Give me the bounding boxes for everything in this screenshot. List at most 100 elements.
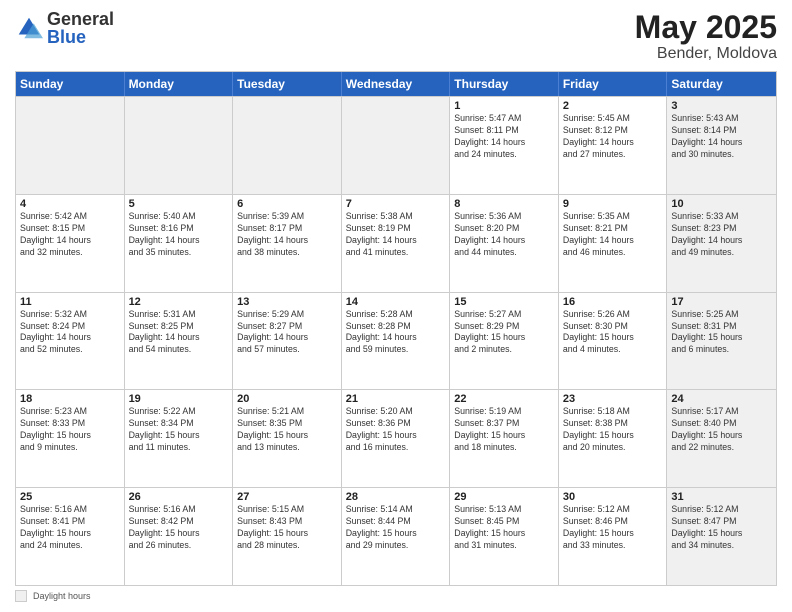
header-day-sunday: Sunday [16,72,125,96]
day-number: 27 [237,491,337,503]
cell-info: Sunrise: 5:18 AM Sunset: 8:38 PM Dayligh… [563,406,663,454]
day-number: 24 [671,393,772,405]
cal-cell [342,97,451,194]
logo-general: General [47,10,114,28]
cell-info: Sunrise: 5:33 AM Sunset: 8:23 PM Dayligh… [671,211,772,259]
cell-info: Sunrise: 5:28 AM Sunset: 8:28 PM Dayligh… [346,309,446,357]
day-number: 1 [454,100,554,112]
header-day-saturday: Saturday [667,72,776,96]
logo: General Blue [15,10,114,46]
day-number: 28 [346,491,446,503]
cal-cell: 31Sunrise: 5:12 AM Sunset: 8:47 PM Dayli… [667,488,776,585]
day-number: 29 [454,491,554,503]
cal-cell: 27Sunrise: 5:15 AM Sunset: 8:43 PM Dayli… [233,488,342,585]
cell-info: Sunrise: 5:14 AM Sunset: 8:44 PM Dayligh… [346,504,446,552]
day-number: 31 [671,491,772,503]
logo-icon [15,14,43,42]
day-number: 21 [346,393,446,405]
day-number: 10 [671,198,772,210]
day-number: 19 [129,393,229,405]
footer-label: Daylight hours [33,591,91,601]
cal-row-2: 11Sunrise: 5:32 AM Sunset: 8:24 PM Dayli… [16,292,776,390]
cell-info: Sunrise: 5:40 AM Sunset: 8:16 PM Dayligh… [129,211,229,259]
day-number: 8 [454,198,554,210]
cal-cell: 15Sunrise: 5:27 AM Sunset: 8:29 PM Dayli… [450,293,559,390]
cell-info: Sunrise: 5:29 AM Sunset: 8:27 PM Dayligh… [237,309,337,357]
day-number: 12 [129,296,229,308]
header-day-friday: Friday [559,72,668,96]
day-number: 20 [237,393,337,405]
footer-note: Daylight hours [15,590,777,602]
cell-info: Sunrise: 5:17 AM Sunset: 8:40 PM Dayligh… [671,406,772,454]
cal-cell: 6Sunrise: 5:39 AM Sunset: 8:17 PM Daylig… [233,195,342,292]
cal-cell: 28Sunrise: 5:14 AM Sunset: 8:44 PM Dayli… [342,488,451,585]
calendar: SundayMondayTuesdayWednesdayThursdayFrid… [15,71,777,586]
cal-cell: 3Sunrise: 5:43 AM Sunset: 8:14 PM Daylig… [667,97,776,194]
footer-box [15,590,27,602]
logo-blue: Blue [47,28,114,46]
cal-cell: 9Sunrise: 5:35 AM Sunset: 8:21 PM Daylig… [559,195,668,292]
day-number: 30 [563,491,663,503]
cell-info: Sunrise: 5:16 AM Sunset: 8:42 PM Dayligh… [129,504,229,552]
header-day-wednesday: Wednesday [342,72,451,96]
calendar-body: 1Sunrise: 5:47 AM Sunset: 8:11 PM Daylig… [16,96,776,585]
cell-info: Sunrise: 5:15 AM Sunset: 8:43 PM Dayligh… [237,504,337,552]
cal-cell: 13Sunrise: 5:29 AM Sunset: 8:27 PM Dayli… [233,293,342,390]
cal-cell: 11Sunrise: 5:32 AM Sunset: 8:24 PM Dayli… [16,293,125,390]
day-number: 17 [671,296,772,308]
cal-cell: 2Sunrise: 5:45 AM Sunset: 8:12 PM Daylig… [559,97,668,194]
page: General Blue May 2025 Bender, Moldova Su… [0,0,792,612]
cell-info: Sunrise: 5:47 AM Sunset: 8:11 PM Dayligh… [454,113,554,161]
cal-cell: 16Sunrise: 5:26 AM Sunset: 8:30 PM Dayli… [559,293,668,390]
day-number: 13 [237,296,337,308]
cal-cell: 30Sunrise: 5:12 AM Sunset: 8:46 PM Dayli… [559,488,668,585]
day-number: 4 [20,198,120,210]
cal-row-3: 18Sunrise: 5:23 AM Sunset: 8:33 PM Dayli… [16,389,776,487]
cal-cell: 24Sunrise: 5:17 AM Sunset: 8:40 PM Dayli… [667,390,776,487]
cal-cell: 18Sunrise: 5:23 AM Sunset: 8:33 PM Dayli… [16,390,125,487]
cal-cell: 19Sunrise: 5:22 AM Sunset: 8:34 PM Dayli… [125,390,234,487]
cal-row-0: 1Sunrise: 5:47 AM Sunset: 8:11 PM Daylig… [16,96,776,194]
cell-info: Sunrise: 5:25 AM Sunset: 8:31 PM Dayligh… [671,309,772,357]
cell-info: Sunrise: 5:42 AM Sunset: 8:15 PM Dayligh… [20,211,120,259]
location: Bender, Moldova [635,45,777,63]
cal-cell: 7Sunrise: 5:38 AM Sunset: 8:19 PM Daylig… [342,195,451,292]
cell-info: Sunrise: 5:27 AM Sunset: 8:29 PM Dayligh… [454,309,554,357]
header-day-tuesday: Tuesday [233,72,342,96]
day-number: 7 [346,198,446,210]
day-number: 5 [129,198,229,210]
day-number: 2 [563,100,663,112]
day-number: 15 [454,296,554,308]
cell-info: Sunrise: 5:31 AM Sunset: 8:25 PM Dayligh… [129,309,229,357]
cal-cell: 21Sunrise: 5:20 AM Sunset: 8:36 PM Dayli… [342,390,451,487]
cal-cell: 8Sunrise: 5:36 AM Sunset: 8:20 PM Daylig… [450,195,559,292]
cal-row-1: 4Sunrise: 5:42 AM Sunset: 8:15 PM Daylig… [16,194,776,292]
day-number: 25 [20,491,120,503]
cal-cell: 5Sunrise: 5:40 AM Sunset: 8:16 PM Daylig… [125,195,234,292]
cell-info: Sunrise: 5:36 AM Sunset: 8:20 PM Dayligh… [454,211,554,259]
cal-cell: 17Sunrise: 5:25 AM Sunset: 8:31 PM Dayli… [667,293,776,390]
cell-info: Sunrise: 5:12 AM Sunset: 8:46 PM Dayligh… [563,504,663,552]
cell-info: Sunrise: 5:23 AM Sunset: 8:33 PM Dayligh… [20,406,120,454]
cell-info: Sunrise: 5:26 AM Sunset: 8:30 PM Dayligh… [563,309,663,357]
header-day-thursday: Thursday [450,72,559,96]
logo-text: General Blue [47,10,114,46]
cell-info: Sunrise: 5:16 AM Sunset: 8:41 PM Dayligh… [20,504,120,552]
cal-cell: 4Sunrise: 5:42 AM Sunset: 8:15 PM Daylig… [16,195,125,292]
cal-cell: 10Sunrise: 5:33 AM Sunset: 8:23 PM Dayli… [667,195,776,292]
cell-info: Sunrise: 5:32 AM Sunset: 8:24 PM Dayligh… [20,309,120,357]
cell-info: Sunrise: 5:13 AM Sunset: 8:45 PM Dayligh… [454,504,554,552]
cal-cell: 25Sunrise: 5:16 AM Sunset: 8:41 PM Dayli… [16,488,125,585]
day-number: 16 [563,296,663,308]
cal-cell: 20Sunrise: 5:21 AM Sunset: 8:35 PM Dayli… [233,390,342,487]
day-number: 11 [20,296,120,308]
cal-cell [233,97,342,194]
header-day-monday: Monday [125,72,234,96]
cal-cell: 23Sunrise: 5:18 AM Sunset: 8:38 PM Dayli… [559,390,668,487]
day-number: 6 [237,198,337,210]
cell-info: Sunrise: 5:22 AM Sunset: 8:34 PM Dayligh… [129,406,229,454]
cell-info: Sunrise: 5:12 AM Sunset: 8:47 PM Dayligh… [671,504,772,552]
cell-info: Sunrise: 5:43 AM Sunset: 8:14 PM Dayligh… [671,113,772,161]
month-title: May 2025 [635,10,777,45]
cell-info: Sunrise: 5:45 AM Sunset: 8:12 PM Dayligh… [563,113,663,161]
